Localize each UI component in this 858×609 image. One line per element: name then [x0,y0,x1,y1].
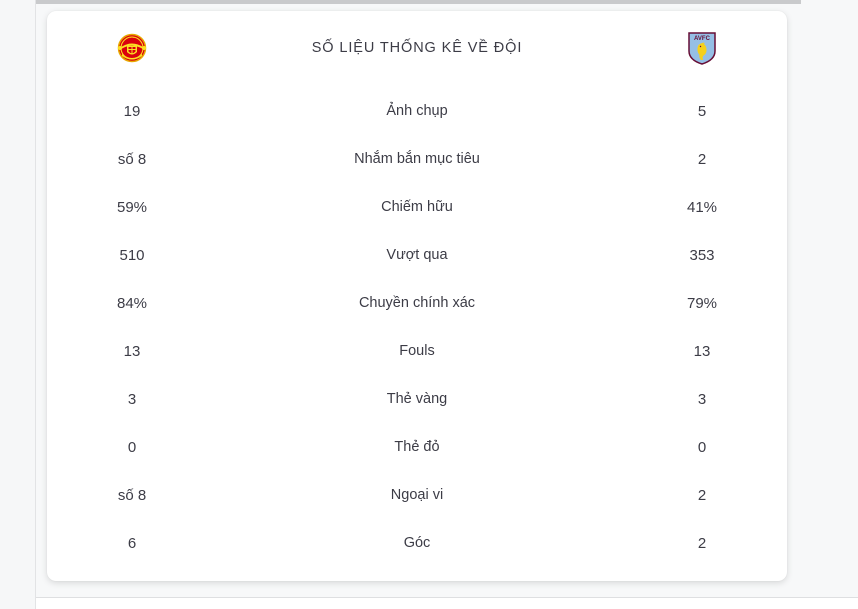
stat-label: Chiếm hữu [381,199,453,215]
left-gutter [0,0,35,609]
home-value: số 8 [117,150,147,168]
stat-label: Vượt qua [386,247,448,263]
away-value: 2 [697,534,707,552]
stat-label: Chuyền chính xác [358,295,476,311]
stats-card-header: SỐ LIỆU THỐNG KÊ VỀ ĐỘI AVFC [47,11,787,85]
stat-label: Nhắm bắn mục tiêu [354,151,480,167]
svg-text:AVFC: AVFC [694,36,711,42]
panel-top-bar [36,0,801,4]
table-row: 510 Vượt qua 353 [47,231,787,279]
away-value: 41% [686,198,718,216]
away-value: 5 [697,102,707,120]
table-row: 3 Thẻ vàng 3 [47,375,787,423]
stat-label: Ảnh chụp [386,103,448,119]
away-value: 79% [686,294,718,312]
table-row: 59% Chiếm hữu 41% [47,183,787,231]
away-value: 353 [689,246,715,264]
manchester-united-crest [117,33,147,63]
home-value: 19 [123,102,141,120]
away-value: 2 [697,150,707,168]
away-team-crest-cell[interactable]: AVFC [617,31,787,65]
home-value: 84% [116,294,148,312]
page-title: SỐ LIỆU THỐNG KÊ VỀ ĐỘI [311,40,523,56]
table-row: số 8 Nhắm bắn mục tiêu 2 [47,135,787,183]
home-value: 59% [116,198,148,216]
table-row: số 8 Ngoại vi 2 [47,471,787,519]
away-value: 2 [697,486,707,504]
stat-label: Fouls [399,343,435,359]
home-value: 6 [127,534,137,552]
aston-villa-crest: AVFC [688,32,716,65]
stat-label: Thẻ vàng [386,391,448,407]
stats-rows: 19 Ảnh chụp 5 số 8 Nhắm bắn mục tiêu 2 5… [47,85,787,567]
home-value: 0 [127,438,137,456]
team-stats-card: SỐ LIỆU THỐNG KÊ VỀ ĐỘI AVFC 19 Ảnh chụp… [47,11,787,581]
panel-bottom-rule [36,597,858,598]
home-value: 3 [127,390,137,408]
table-row: 84% Chuyền chính xác 79% [47,279,787,327]
table-row: 6 Góc 2 [47,519,787,567]
home-team-crest-cell[interactable] [47,32,217,64]
home-value: số 8 [117,486,147,504]
table-row: 0 Thẻ đỏ 0 [47,423,787,471]
stat-label: Ngoại vi [390,487,444,503]
away-value: 13 [693,342,711,360]
home-value: 510 [119,246,145,264]
home-value: 13 [123,342,141,360]
away-value: 0 [697,438,707,456]
stat-label: Thẻ đỏ [394,439,440,455]
stat-label: Góc [403,535,431,551]
table-row: 19 Ảnh chụp 5 [47,87,787,135]
app-viewport: SỐ LIỆU THỐNG KÊ VỀ ĐỘI AVFC 19 Ảnh chụp… [0,0,858,609]
away-value: 3 [697,390,707,408]
table-row: 13 Fouls 13 [47,327,787,375]
